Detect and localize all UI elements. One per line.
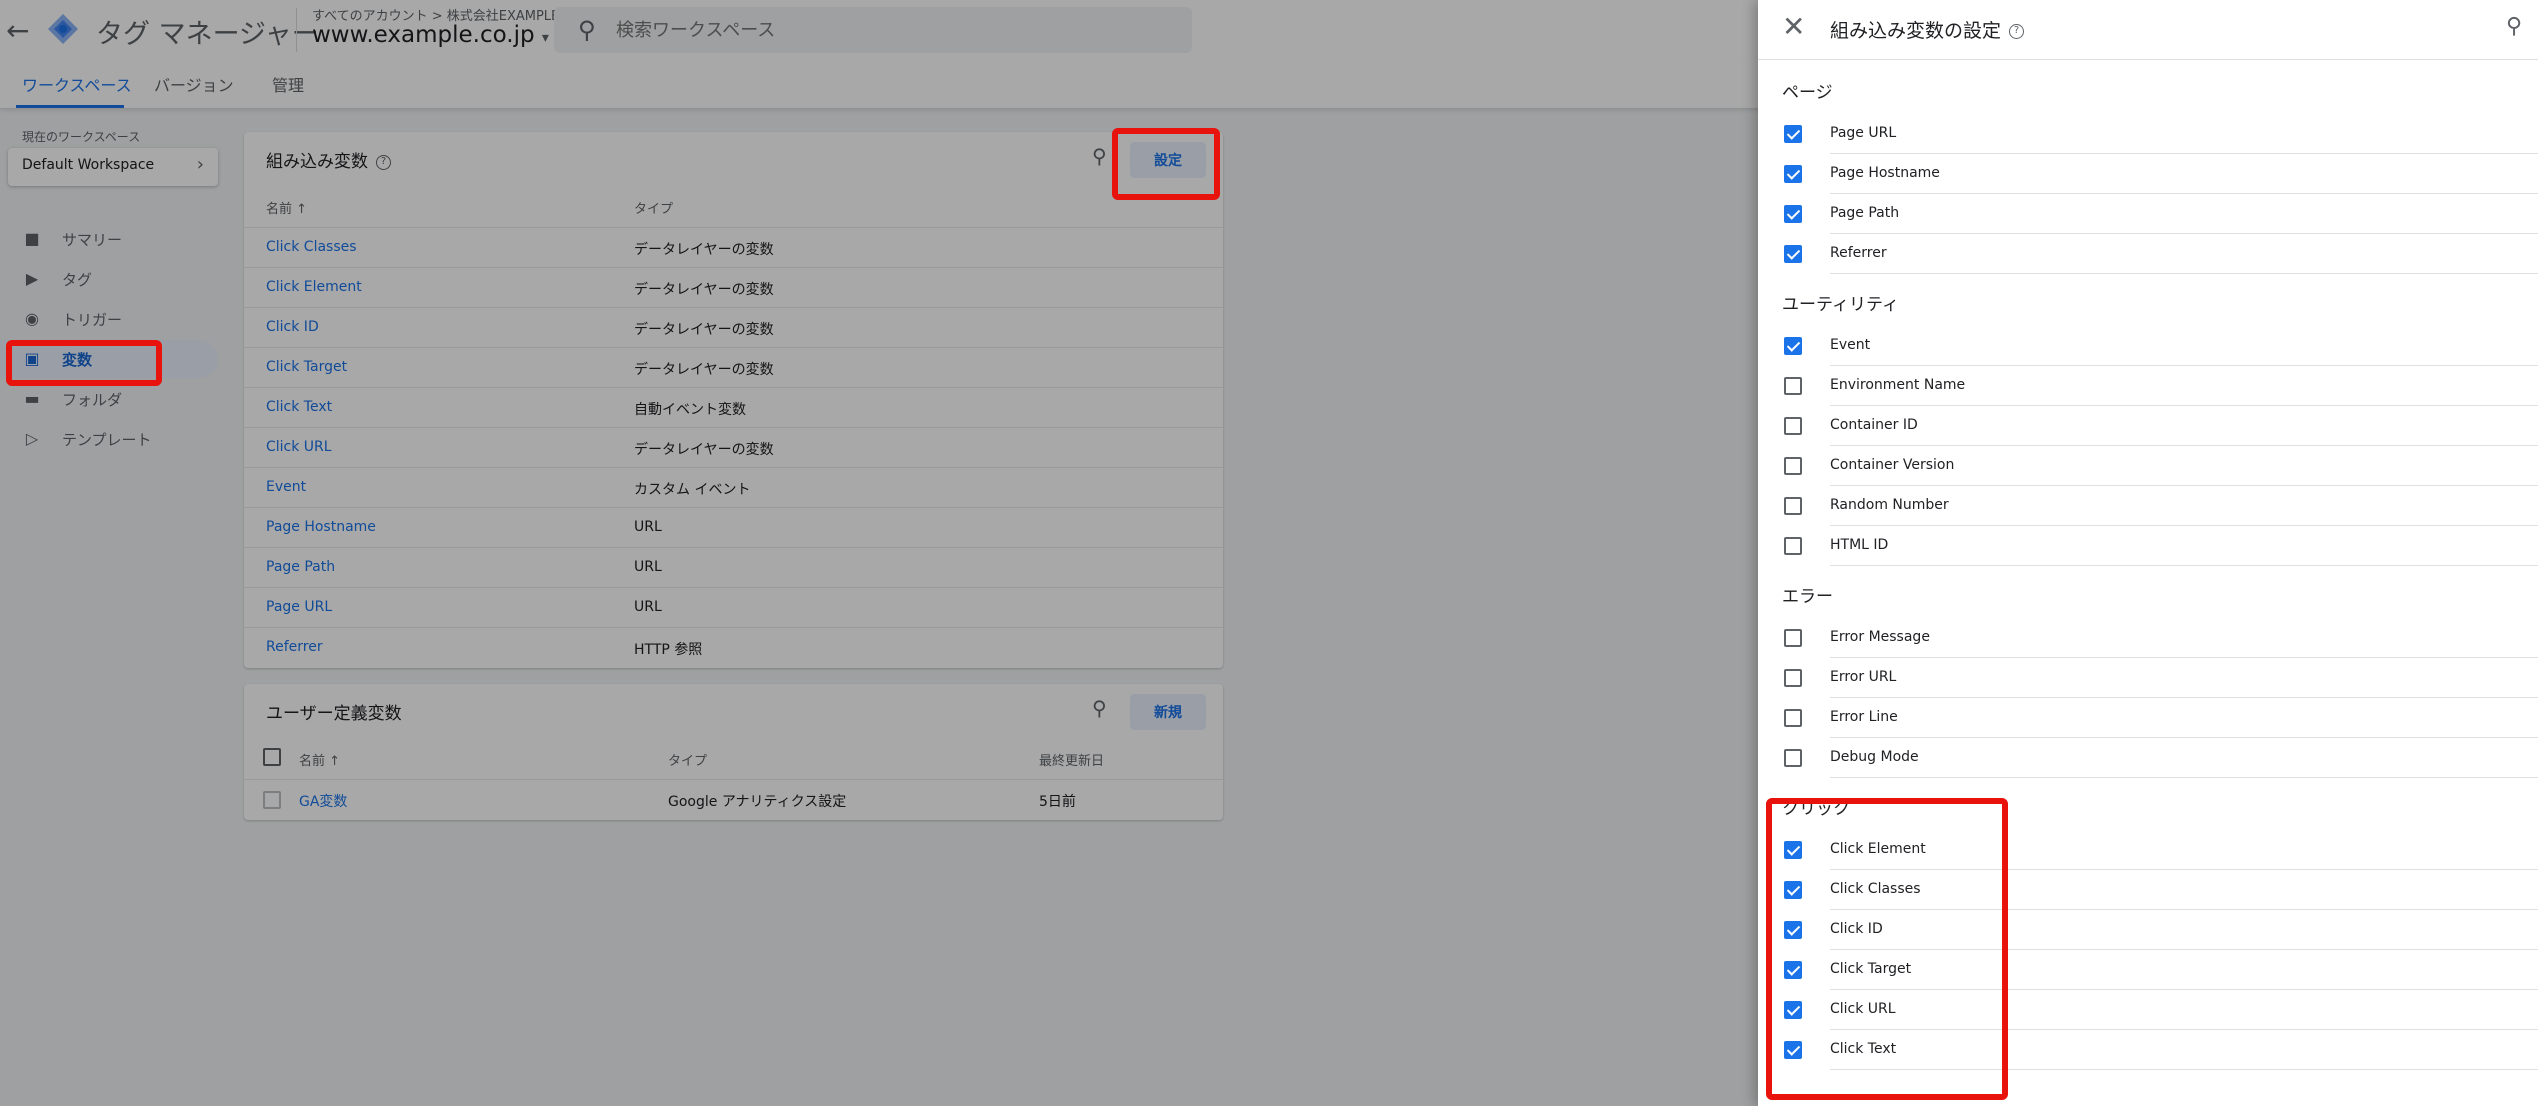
variable-option[interactable]: Page URL: [1758, 114, 2538, 154]
checkbox[interactable]: [1784, 669, 1802, 687]
highlight-box-configure: [1112, 128, 1220, 200]
variable-option[interactable]: Container ID: [1758, 406, 2538, 446]
checkbox[interactable]: [1784, 709, 1802, 727]
option-label: HTML ID: [1830, 537, 1889, 553]
checkbox[interactable]: [1784, 497, 1802, 515]
option-label: Page Path: [1830, 205, 1900, 221]
checkbox[interactable]: [1784, 417, 1802, 435]
panel-title: 組み込み変数の設定?: [1830, 16, 2025, 43]
variable-option[interactable]: Event: [1758, 326, 2538, 366]
variable-option[interactable]: Error URL: [1758, 658, 2538, 698]
variable-option[interactable]: Debug Mode: [1758, 738, 2538, 778]
variable-option[interactable]: Error Message: [1758, 618, 2538, 658]
option-label: Error Message: [1830, 629, 1930, 645]
checkbox[interactable]: [1784, 165, 1802, 183]
option-label: Error URL: [1830, 669, 1897, 685]
close-icon[interactable]: ✕: [1782, 10, 1805, 43]
divider: [1830, 777, 2538, 778]
panel-header: ✕ 組み込み変数の設定? ⚲: [1758, 0, 2538, 60]
builtin-variables-config-panel: ✕ 組み込み変数の設定? ⚲ ページ Page URL Page Hostname P…: [1758, 0, 2538, 1106]
option-label: Environment Name: [1830, 377, 1966, 393]
modal-backdrop[interactable]: [0, 0, 1758, 1106]
variable-option[interactable]: HTML ID: [1758, 526, 2538, 566]
checkbox[interactable]: [1784, 205, 1802, 223]
variable-option[interactable]: Error Line: [1758, 698, 2538, 738]
option-label: Page URL: [1830, 125, 1897, 141]
variable-option[interactable]: Page Hostname: [1758, 154, 2538, 194]
highlight-box-click-section: [1766, 798, 2008, 1100]
checkbox[interactable]: [1784, 125, 1802, 143]
option-label: Container Version: [1830, 457, 1955, 473]
help-icon[interactable]: ?: [2009, 24, 2025, 39]
section-heading: ページ: [1782, 83, 1833, 103]
section-heading: エラー: [1782, 587, 1833, 607]
checkbox[interactable]: [1784, 457, 1802, 475]
option-label: Event: [1830, 337, 1871, 353]
variable-option[interactable]: Environment Name: [1758, 366, 2538, 406]
variable-option[interactable]: Page Path: [1758, 194, 2538, 234]
variable-option[interactable]: Container Version: [1758, 446, 2538, 486]
checkbox[interactable]: [1784, 749, 1802, 767]
divider: [1830, 273, 2538, 274]
checkbox[interactable]: [1784, 337, 1802, 355]
divider: [1830, 565, 2538, 566]
checkbox[interactable]: [1784, 537, 1802, 555]
search-icon[interactable]: ⚲: [2506, 14, 2522, 39]
checkbox[interactable]: [1784, 245, 1802, 263]
option-label: Container ID: [1830, 417, 1918, 433]
checkbox[interactable]: [1784, 377, 1802, 395]
option-label: Referrer: [1830, 245, 1887, 261]
variable-option[interactable]: Referrer: [1758, 234, 2538, 274]
checkbox[interactable]: [1784, 629, 1802, 647]
highlight-box-variables: [6, 340, 162, 386]
option-label: Page Hostname: [1830, 165, 1940, 181]
option-label: Debug Mode: [1830, 749, 1919, 765]
option-label: Random Number: [1830, 497, 1949, 513]
section-heading: ユーティリティ: [1782, 295, 1899, 315]
variable-option[interactable]: Random Number: [1758, 486, 2538, 526]
option-label: Error Line: [1830, 709, 1898, 725]
